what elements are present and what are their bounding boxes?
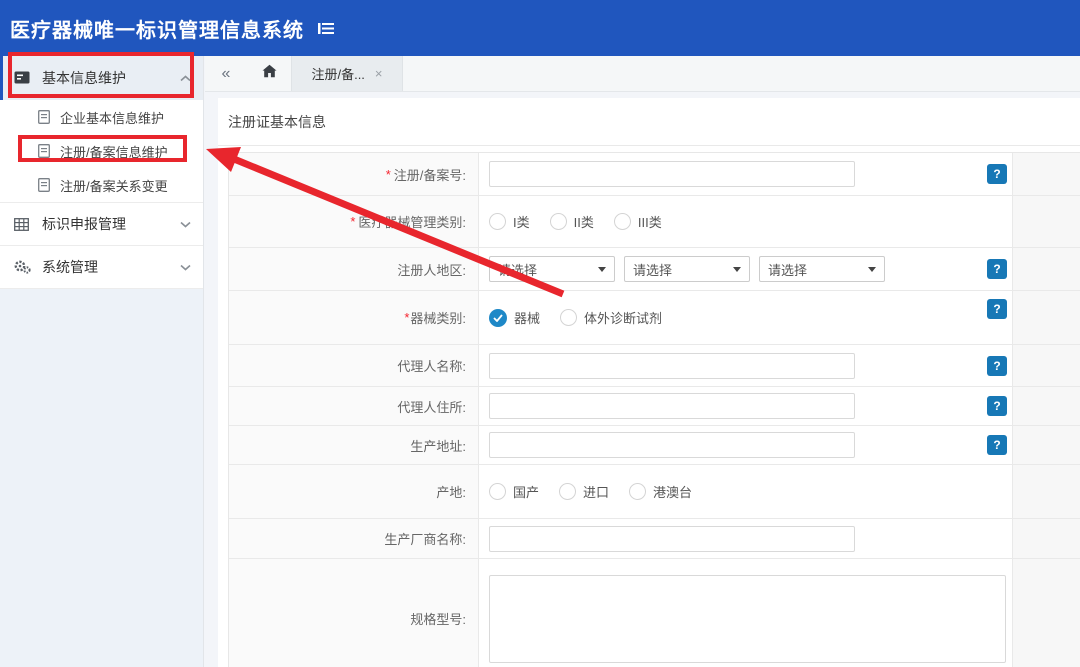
gears-icon <box>14 260 31 274</box>
sidebar-item-label: 注册/备案关系变更 <box>60 176 168 195</box>
field-label: 代理人名称: <box>397 356 466 375</box>
document-icon <box>38 144 51 158</box>
required-marker: * <box>350 214 355 229</box>
radio-domestic[interactable]: 国产 <box>489 482 539 501</box>
sidebar-item-label: 企业基本信息维护 <box>60 108 164 127</box>
radio-circle-icon <box>489 483 506 500</box>
chevron-down-icon <box>180 264 191 271</box>
help-button[interactable]: ? <box>987 435 1007 455</box>
tab-label: 注册/备... <box>311 64 364 83</box>
form-row: 产地: 国产 进口 港澳台 <box>229 465 1080 519</box>
field-label: 生产厂商名称: <box>384 529 466 548</box>
form-row: * 器械类别: 器械 体外诊断试剂 <box>229 291 1080 345</box>
field-label: 代理人住所: <box>397 397 466 416</box>
select-arrow-icon <box>868 267 876 272</box>
form-row: 规格型号: <box>229 559 1080 667</box>
form-row: 代理人住所: ? <box>229 387 1080 426</box>
sidebar-item-system-management[interactable]: 系统管理 <box>0 245 203 288</box>
radio-circle-icon <box>550 213 567 230</box>
radio-ivd-reagent[interactable]: 体外诊断试剂 <box>560 308 662 327</box>
field-label: 规格型号: <box>410 609 466 628</box>
sidebar-item-label: 注册/备案信息维护 <box>60 142 168 161</box>
field-label: 注册人地区: <box>397 260 466 279</box>
field-label: 医疗器械管理类别: <box>358 212 466 231</box>
radio-class-i[interactable]: I类 <box>489 212 530 231</box>
registration-form-table: * 注册/备案号: ? * 医疗器械管理类别: <box>228 152 1080 667</box>
sidebar-item-label-declaration[interactable]: 标识申报管理 <box>0 202 203 245</box>
grid-icon <box>14 218 31 231</box>
select-arrow-icon <box>733 267 741 272</box>
radio-hk-macao-taiwan[interactable]: 港澳台 <box>629 482 692 501</box>
form-row: 生产地址: ? <box>229 426 1080 465</box>
select-arrow-icon <box>598 267 606 272</box>
radio-checked-icon <box>489 309 507 327</box>
radio-circle-icon <box>629 483 646 500</box>
agent-address-input[interactable] <box>489 393 855 419</box>
radio-circle-icon <box>614 213 631 230</box>
field-label: 器械类别: <box>410 308 466 327</box>
sidebar-item-registration-relation-change[interactable]: 注册/备案关系变更 <box>0 168 203 202</box>
sidebar-item-basic-info[interactable]: 基本信息维护 <box>0 56 203 100</box>
help-button[interactable]: ? <box>987 396 1007 416</box>
sidebar-item-registration-record-info[interactable]: 注册/备案信息维护 <box>0 134 203 168</box>
registration-number-input[interactable] <box>489 161 855 187</box>
radio-class-iii[interactable]: III类 <box>614 212 662 231</box>
radio-class-ii[interactable]: II类 <box>550 212 594 231</box>
agent-name-input[interactable] <box>489 353 855 379</box>
sidebar-item-label: 系统管理 <box>42 257 98 277</box>
close-icon[interactable]: × <box>375 66 383 81</box>
manufacturer-name-input[interactable] <box>489 526 855 552</box>
radio-circle-icon <box>560 309 577 326</box>
form-row: * 医疗器械管理类别: I类 II类 <box>229 196 1080 248</box>
radio-circle-icon <box>489 213 506 230</box>
radio-device[interactable]: 器械 <box>489 308 540 327</box>
required-marker: * <box>404 310 409 325</box>
tab-bar: « 注册/备... × <box>205 56 1080 92</box>
app-window: 医疗器械唯一标识管理信息系统 基本信息维护 <box>0 0 1080 667</box>
hamburger-icon[interactable] <box>318 21 335 36</box>
region-province-select[interactable]: 请选择 <box>489 256 615 282</box>
registration-form-panel: 注册证基本信息 * 注册/备案号: ? * 医疗器械管理类别: <box>218 98 1080 667</box>
dashboard-icon <box>14 71 31 85</box>
document-icon <box>38 178 51 192</box>
field-label: 注册/备案号: <box>394 165 466 184</box>
specification-model-textarea[interactable] <box>489 575 1006 663</box>
help-button[interactable]: ? <box>987 259 1007 279</box>
sidebar-item-enterprise-basic-info[interactable]: 企业基本信息维护 <box>0 100 203 134</box>
required-marker: * <box>386 167 391 182</box>
form-title: 注册证基本信息 <box>228 112 326 132</box>
sidebar-item-label: 基本信息维护 <box>42 68 126 88</box>
app-title: 医疗器械唯一标识管理信息系统 <box>10 14 304 43</box>
help-button[interactable]: ? <box>987 356 1007 376</box>
form-row: * 注册/备案号: ? <box>229 153 1080 196</box>
radio-imported[interactable]: 进口 <box>559 482 609 501</box>
app-header: 医疗器械唯一标识管理信息系统 <box>0 0 1080 56</box>
document-icon <box>38 110 51 124</box>
form-row: 生产厂商名称: <box>229 519 1080 559</box>
sidebar: 基本信息维护 企业基本信息维护 注册/备案信息维护 <box>0 56 204 667</box>
region-district-select[interactable]: 请选择 <box>759 256 885 282</box>
field-label: 产地: <box>436 482 466 501</box>
home-tab[interactable] <box>247 56 291 91</box>
help-button[interactable]: ? <box>987 299 1007 319</box>
form-row: 代理人名称: ? <box>229 345 1080 387</box>
form-row: 注册人地区: 请选择 请选择 请选择 ? <box>229 248 1080 291</box>
home-icon <box>262 64 277 83</box>
region-city-select[interactable]: 请选择 <box>624 256 750 282</box>
tab-registration[interactable]: 注册/备... × <box>291 56 403 91</box>
production-address-input[interactable] <box>489 432 855 458</box>
sidebar-item-label: 标识申报管理 <box>42 214 126 234</box>
field-label: 生产地址: <box>410 436 466 455</box>
help-button[interactable]: ? <box>987 164 1007 184</box>
chevron-down-icon <box>180 221 191 228</box>
chevron-up-icon <box>180 75 191 82</box>
collapse-sidebar-button[interactable]: « <box>205 56 247 91</box>
radio-circle-icon <box>559 483 576 500</box>
